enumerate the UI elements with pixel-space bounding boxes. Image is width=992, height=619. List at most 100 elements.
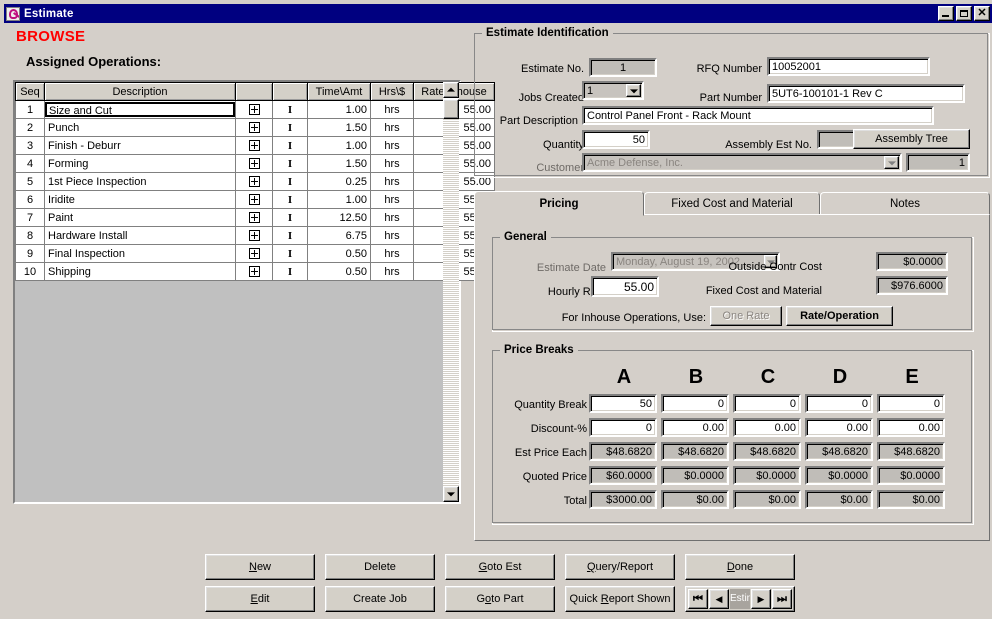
plus-icon[interactable] xyxy=(248,158,260,170)
cell-expand[interactable] xyxy=(235,118,273,137)
cell-flag[interactable]: I xyxy=(272,208,308,227)
cell-unit[interactable]: hrs xyxy=(370,172,414,191)
cell-unit[interactable]: hrs xyxy=(370,136,414,155)
plus-icon[interactable] xyxy=(248,176,260,188)
edit-button[interactable]: Edit xyxy=(205,586,315,612)
cell-description[interactable]: Iridite xyxy=(44,190,236,209)
discount-pct-a[interactable]: 0 xyxy=(589,418,657,437)
table-row[interactable]: 7PaintI12.50hrs55.00 xyxy=(15,208,495,227)
cell-description[interactable]: 1st Piece Inspection xyxy=(44,172,236,191)
cell-time[interactable]: 6.75 xyxy=(307,226,371,245)
cell-description[interactable]: Finish - Deburr xyxy=(44,136,236,155)
cell-expand[interactable] xyxy=(235,190,273,209)
quantity-break-c[interactable]: 0 xyxy=(733,394,801,413)
new-button[interactable]: New xyxy=(205,554,315,580)
plus-icon[interactable] xyxy=(248,122,260,134)
col-header-flag[interactable] xyxy=(272,82,308,101)
table-row[interactable]: 8Hardware InstallI6.75hrs55.00 xyxy=(15,226,495,245)
table-row[interactable]: 4 Forming I 1.50 hrs 55.00 xyxy=(15,154,495,173)
table-row[interactable]: 9Final InspectionI0.50hrs55.00 xyxy=(15,244,495,263)
cell-flag[interactable]: I xyxy=(272,136,308,155)
cell-flag[interactable]: I xyxy=(272,190,308,209)
cell-description[interactable]: Paint xyxy=(44,208,236,227)
operation-description-input[interactable]: Size and Cut xyxy=(45,102,235,117)
cell-time[interactable]: 0.50 xyxy=(307,262,371,281)
plus-icon[interactable] xyxy=(248,248,260,260)
chevron-down-icon[interactable] xyxy=(884,156,899,169)
discount-pct-b[interactable]: 0.00 xyxy=(661,418,729,437)
plus-icon[interactable] xyxy=(248,212,260,224)
quantity-break-b[interactable]: 0 xyxy=(661,394,729,413)
close-button[interactable]: ✕ xyxy=(974,6,990,21)
cell-flag[interactable]: I xyxy=(272,262,308,281)
operation-description[interactable]: Shipping xyxy=(48,266,91,278)
cell-expand[interactable] xyxy=(235,208,273,227)
cell-time[interactable]: 0.25 xyxy=(307,172,371,191)
operation-description[interactable]: Final Inspection xyxy=(48,248,125,260)
tab-notes[interactable]: Notes xyxy=(820,192,990,215)
quick-report-shown-button[interactable]: Quick Report Shown xyxy=(565,586,675,612)
tab-pricing[interactable]: Pricing xyxy=(474,191,644,216)
one-rate-button[interactable]: One Rate xyxy=(710,306,782,326)
cell-unit[interactable]: hrs xyxy=(370,244,414,263)
cell-expand[interactable] xyxy=(235,100,273,119)
delete-button[interactable]: Delete xyxy=(325,554,435,580)
rfq-number-input[interactable]: 10052001 xyxy=(767,57,930,76)
operation-description[interactable]: 1st Piece Inspection xyxy=(48,176,146,188)
jobs-created-select[interactable]: 1 xyxy=(582,81,644,100)
cell-flag[interactable]: I xyxy=(272,100,308,119)
table-row[interactable]: 5 1st Piece Inspection I 0.25 hrs 55.00 xyxy=(15,172,495,191)
cell-unit[interactable]: hrs xyxy=(370,100,414,119)
table-row[interactable]: 1 Size and Cut I 1.00 hrs 55.00 xyxy=(15,100,495,119)
plus-icon[interactable] xyxy=(248,194,260,206)
done-button[interactable]: Done xyxy=(685,554,795,580)
operation-description[interactable]: Paint xyxy=(48,212,73,224)
cell-unit[interactable]: hrs xyxy=(370,262,414,281)
cell-time[interactable]: 0.50 xyxy=(307,244,371,263)
operation-description[interactable]: Hardware Install xyxy=(48,230,127,242)
cell-description[interactable]: Shipping xyxy=(44,262,236,281)
cell-time[interactable]: 1.00 xyxy=(307,136,371,155)
part-number-input[interactable]: 5UT6-100101-1 Rev C xyxy=(767,84,965,103)
assembly-tree-button[interactable]: Assembly Tree xyxy=(853,129,970,149)
cell-expand[interactable] xyxy=(235,136,273,155)
plus-icon[interactable] xyxy=(248,230,260,242)
table-row[interactable]: 10ShippingI0.50hrs55.00 xyxy=(15,262,495,281)
cell-unit[interactable]: hrs xyxy=(370,190,414,209)
goto-part-button[interactable]: Goto Part xyxy=(445,586,555,612)
plus-icon[interactable] xyxy=(248,266,260,278)
table-row[interactable]: 3 Finish - Deburr I 1.00 hrs 55.00 xyxy=(15,136,495,155)
cell-time[interactable]: 1.50 xyxy=(307,118,371,137)
operation-description[interactable]: Punch xyxy=(48,122,79,134)
cell-time[interactable]: 12.50 xyxy=(307,208,371,227)
quantity-break-d[interactable]: 0 xyxy=(805,394,873,413)
rate-operation-button[interactable]: Rate/Operation xyxy=(786,306,893,326)
scroll-down-icon[interactable] xyxy=(443,486,459,502)
cell-time[interactable]: 1.50 xyxy=(307,154,371,173)
maximize-button[interactable] xyxy=(956,6,972,21)
cell-time[interactable]: 1.00 xyxy=(307,190,371,209)
cell-expand[interactable] xyxy=(235,226,273,245)
grid-vertical-scrollbar[interactable] xyxy=(443,82,459,502)
cell-time[interactable]: 1.00 xyxy=(307,100,371,119)
cell-unit[interactable]: hrs xyxy=(370,154,414,173)
cell-flag[interactable]: I xyxy=(272,244,308,263)
tab-fixed-cost-and-material[interactable]: Fixed Cost and Material xyxy=(644,192,820,215)
chevron-down-icon[interactable] xyxy=(626,84,641,97)
cell-flag[interactable]: I xyxy=(272,118,308,137)
customer-select[interactable]: Acme Defense, Inc. xyxy=(582,153,902,172)
operation-description[interactable]: Forming xyxy=(48,158,88,170)
cell-unit[interactable]: hrs xyxy=(370,208,414,227)
nav-prev-icon[interactable]: ◀ xyxy=(709,589,729,609)
cell-expand[interactable] xyxy=(235,262,273,281)
cell-description[interactable]: Size and Cut xyxy=(44,100,236,119)
scrollbar-thumb[interactable] xyxy=(443,99,459,119)
quantity-break-e[interactable]: 0 xyxy=(877,394,945,413)
hourly-rate-input[interactable]: 55.00 xyxy=(591,276,659,297)
nav-last-icon[interactable]: ⏭ xyxy=(772,589,792,609)
discount-pct-c[interactable]: 0.00 xyxy=(733,418,801,437)
cell-flag[interactable]: I xyxy=(272,172,308,191)
plus-icon[interactable] xyxy=(248,140,260,152)
table-row[interactable]: 2 Punch I 1.50 hrs 55.00 xyxy=(15,118,495,137)
discount-pct-e[interactable]: 0.00 xyxy=(877,418,945,437)
